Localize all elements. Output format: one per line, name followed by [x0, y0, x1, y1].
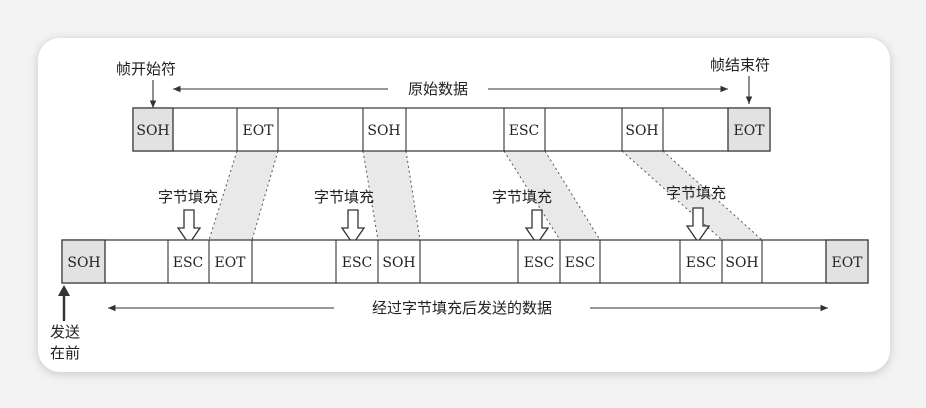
top-frame-outline: [132, 107, 771, 152]
down-arrow-1-icon: [176, 209, 202, 246]
top-frame: SOH EOT SOH ESC SOH EOT: [132, 107, 771, 152]
top-cell-2: EOT: [242, 123, 274, 139]
byte-stuffing-diagram: 帧开始符 帧结束符 原始数据 SOH EOT SOH ESC SOH EOT 字…: [50, 56, 869, 362]
bottom-cell-6: SOH: [382, 255, 415, 271]
stuffed-data-label: 经过字节填充后发送的数据: [372, 299, 552, 317]
raw-data-label: 原始数据: [408, 80, 468, 98]
top-cell-8: SOH: [625, 123, 658, 139]
frame-start-label: 帧开始符: [116, 60, 176, 78]
bottom-cell-12: SOH: [725, 255, 758, 271]
bottom-cell-5: ESC: [342, 255, 373, 271]
send-first-arrow-icon: [58, 285, 70, 296]
stuffing-label-1: 字节填充: [158, 188, 218, 206]
bottom-cell-9: ESC: [565, 255, 596, 271]
bottom-cell-2: ESC: [173, 255, 204, 271]
frame-end-label: 帧结束符: [710, 56, 770, 74]
stuffing-label-4: 字节填充: [666, 184, 726, 202]
stuffing-label-3: 字节填充: [492, 188, 552, 206]
top-cell-0: SOH: [136, 123, 169, 139]
send-first-label-2: 在前: [50, 344, 80, 362]
bottom-cell-0: SOH: [67, 255, 100, 271]
top-cell-10: EOT: [733, 123, 765, 139]
top-cell-6: ESC: [509, 123, 540, 139]
bottom-cell-11: ESC: [686, 255, 717, 271]
send-first-label-1: 发送: [50, 323, 80, 341]
down-arrow-2-icon: [340, 209, 366, 246]
stuffing-label-2: 字节填充: [314, 188, 374, 206]
bottom-frame: SOH ESC EOT ESC SOH ESC ESC ESC SOH EOT: [61, 239, 869, 284]
bottom-cell-3: EOT: [214, 255, 246, 271]
shift-band-1: [209, 151, 278, 240]
diagram-card: 帧开始符 帧结束符 原始数据 SOH EOT SOH ESC SOH EOT 字…: [38, 38, 890, 372]
bottom-cell-14: EOT: [831, 255, 863, 271]
bottom-cell-8: ESC: [524, 255, 555, 271]
top-cell-4: SOH: [367, 123, 400, 139]
